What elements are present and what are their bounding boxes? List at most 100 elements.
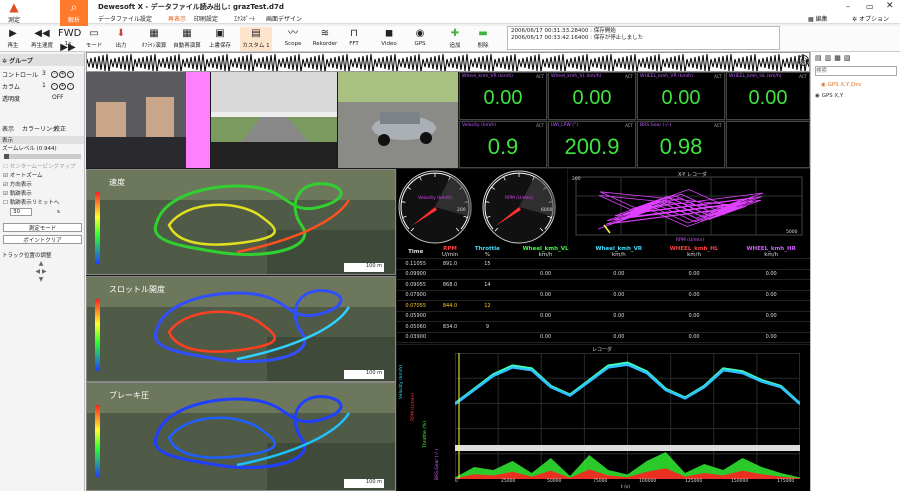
recorder-plot[interactable] (455, 353, 800, 479)
mode-analysis-button[interactable]: ⌕ 解析 (60, 0, 88, 26)
table-header[interactable]: Time (397, 246, 435, 259)
toolbar-add-button[interactable]: ✚ 追加 (444, 27, 466, 51)
table-header[interactable]: WHEEL_kmh_HR km/h (732, 246, 810, 259)
table-header[interactable]: RPM U/min (434, 246, 466, 259)
checkbox-icon[interactable]: ☑ (3, 173, 10, 179)
meter-act: ACT (799, 74, 807, 79)
overview-strip[interactable] (86, 52, 810, 72)
toolbar-offline-math-button[interactable]: ▦ ｵﾌﾗｲﾝ演算 (140, 27, 168, 51)
checkbox-icon[interactable]: ☐ (3, 200, 10, 206)
toolbar-auto-recalc-button[interactable]: ▦ 自動再演算 (172, 27, 202, 51)
toolbar-delete-button[interactable]: ▬ 削除 (472, 27, 494, 51)
toolbar-play-button[interactable]: ▶ 再生 (2, 27, 24, 51)
left-tabs: 表示 カラーリング 校正 (0, 122, 84, 134)
display-option-3[interactable]: ☑ 軌跡表示 (3, 189, 32, 197)
channel-search-input[interactable] (815, 66, 897, 76)
control-count-row: コントロール (2, 72, 39, 79)
table-header[interactable]: WHEEL_kmh_HL km/h (655, 246, 733, 259)
table-row[interactable]: 0.07900 0.00 0.00 0.00 0.00 (397, 290, 810, 301)
digital-meter-6[interactable]: BRS.Gear (-/-) ACT 0.98 (637, 121, 725, 168)
add-icon: ✚ (450, 28, 460, 39)
table-row[interactable]: 0.05900 0.00 0.00 0.00 0.00 (397, 311, 810, 322)
table-row[interactable]: 0.11055 891.0 15 (397, 258, 810, 270)
menu-item-4[interactable]: ｴｸｽﾎﾟｰﾄ (234, 14, 255, 23)
close-button[interactable]: ✕ (886, 1, 894, 11)
panel-view-icons[interactable]: ▤▥▦▧ (815, 54, 853, 62)
video-car (338, 72, 458, 168)
group-header[interactable]: ✲ グループ (2, 56, 33, 65)
toolbar-scope-button[interactable]: 〰 Scope (282, 27, 304, 51)
table-header[interactable]: Wheel_kmh_VL km/h (509, 246, 582, 259)
toolbar-rate-button[interactable]: FWD ▶▶ 1x (58, 27, 81, 53)
digital-meter-1[interactable]: Wheel_kmh_VL (km/h) ACT 0.00 (548, 72, 636, 120)
digital-meter-4[interactable]: Velocity (km/h) ACT 0.9 (459, 121, 547, 168)
left-tab-2[interactable]: 校正 (54, 124, 66, 133)
menu-item-2[interactable]: 再表示 (168, 14, 186, 23)
menu-item-1[interactable]: 設定 (140, 14, 152, 23)
table-header[interactable]: Wheel_kmh_VR km/h (581, 246, 656, 259)
table-row[interactable]: 0.07055 844.0 12 (397, 300, 810, 312)
gps-map-1[interactable]: スロットル開度 100 m (86, 276, 396, 382)
column-stepper[interactable]: - + - (50, 81, 74, 90)
channel-tree-item-0[interactable]: ◉ GPS X,Y,Dsv (821, 82, 861, 88)
toolbar-save-button[interactable]: ▣ 上書保存 (206, 27, 234, 51)
table-cell (465, 269, 510, 280)
toolbar-recorder-button[interactable]: ≋ Rekorder (310, 27, 340, 51)
digital-meter-5[interactable]: LWI_LPW (°) ACT 200.9 (548, 121, 636, 168)
menu-item-0[interactable]: データファイル (98, 14, 140, 23)
menu-item-5[interactable]: 画面デザイン (266, 14, 302, 23)
time-tick: 175000 (777, 479, 795, 484)
toolbar-fft-button[interactable]: ⊓ FFT (344, 27, 364, 51)
table-cell: 0.00 (581, 290, 656, 301)
table-cell (465, 332, 510, 343)
table-cell (655, 321, 733, 333)
display-option-1[interactable]: ☑ オートズーム (3, 171, 43, 179)
transparency-toggle[interactable]: OFF (52, 94, 64, 101)
table-row[interactable]: 0.05060 834.0 9 (397, 321, 810, 333)
table-cell (732, 300, 810, 312)
track-adjust-pad[interactable]: ▲ ◀ ▶ ▼ (28, 260, 54, 286)
zoom-slider[interactable] (4, 154, 81, 159)
meter-value: 0.00 (572, 87, 612, 109)
digital-meter-3[interactable]: WHEEL_kmh_HL (km/h) ACT 0.00 (726, 72, 810, 120)
toolbar-gps-button[interactable]: ◉ GPS (410, 27, 430, 51)
checkbox-icon[interactable]: ☑ (3, 191, 10, 197)
table-row[interactable]: 0.09900 0.00 0.00 0.00 0.00 (397, 269, 810, 280)
options-menu[interactable]: ✲ オプション (852, 14, 889, 23)
toolbar-output-button[interactable]: ⬇ 出力 (108, 27, 134, 51)
table-row[interactable]: 0.03900 0.00 0.00 0.00 0.00 (397, 332, 810, 343)
point-clear-button[interactable]: ポイントクリア (3, 235, 82, 244)
minimize-button[interactable]: – (846, 2, 850, 11)
left-tab-0[interactable]: 表示 (2, 124, 14, 133)
table-row[interactable]: 0.09055 868.0 14 (397, 279, 810, 291)
gps-map-0[interactable]: 速度 100 m (86, 169, 396, 275)
left-tab-1[interactable]: カラーリング (22, 124, 58, 133)
maximize-button[interactable]: ▭ (866, 2, 874, 11)
menu-item-3[interactable]: 印刷設定 (194, 14, 218, 23)
control-stepper[interactable]: - + - (50, 69, 74, 78)
toolbar-label: 出力 (115, 43, 127, 49)
digital-meter-2[interactable]: WHEEL_kmh_VR (km/h) ACT 0.00 (637, 72, 725, 120)
checkbox-icon[interactable]: ☑ (3, 182, 10, 188)
table-header[interactable]: Throttle% (465, 246, 510, 259)
checkbox-icon[interactable]: ☐ (3, 164, 10, 170)
toolbar-mode-button[interactable]: ▭ モード (84, 27, 104, 51)
meter-title: Velocity (km/h) (462, 123, 496, 128)
toolbar-speed-button[interactable]: ◀◀ 再生速度 (28, 27, 56, 51)
edit-menu[interactable]: ▦ 編集 (808, 14, 828, 23)
speed-icon: ◀◀ (34, 28, 50, 39)
display-option-4[interactable]: ☐ 軌跡表示リミットへ (3, 198, 59, 206)
measure-mode-button[interactable]: 測定モード (3, 223, 82, 232)
channel-tree-item-1[interactable]: ◉ GPS X,Y (815, 93, 843, 99)
clock-icon[interactable]: ◷ (798, 55, 809, 66)
digital-meter-0[interactable]: Wheel_kmh_VR (km/h) ACT 0.00 (459, 72, 547, 120)
toolbar-label: Video (381, 41, 397, 47)
toolbar-custom-button[interactable]: ▤ カスタム 1 (240, 27, 272, 51)
display-option-0[interactable]: ☐ センタームーピングマップ (3, 162, 76, 170)
toolbar-video-button[interactable]: ◼ Video (378, 27, 400, 51)
gps-map-2[interactable]: ブレーキ圧 100 m (86, 382, 396, 491)
display-option-2[interactable]: ☑ 方向表示 (3, 180, 32, 188)
mode-measure-button[interactable]: ▲ 測定 (0, 0, 28, 26)
meter-value: 0.9 (487, 134, 519, 159)
limit-input[interactable]: 30 (10, 208, 32, 216)
